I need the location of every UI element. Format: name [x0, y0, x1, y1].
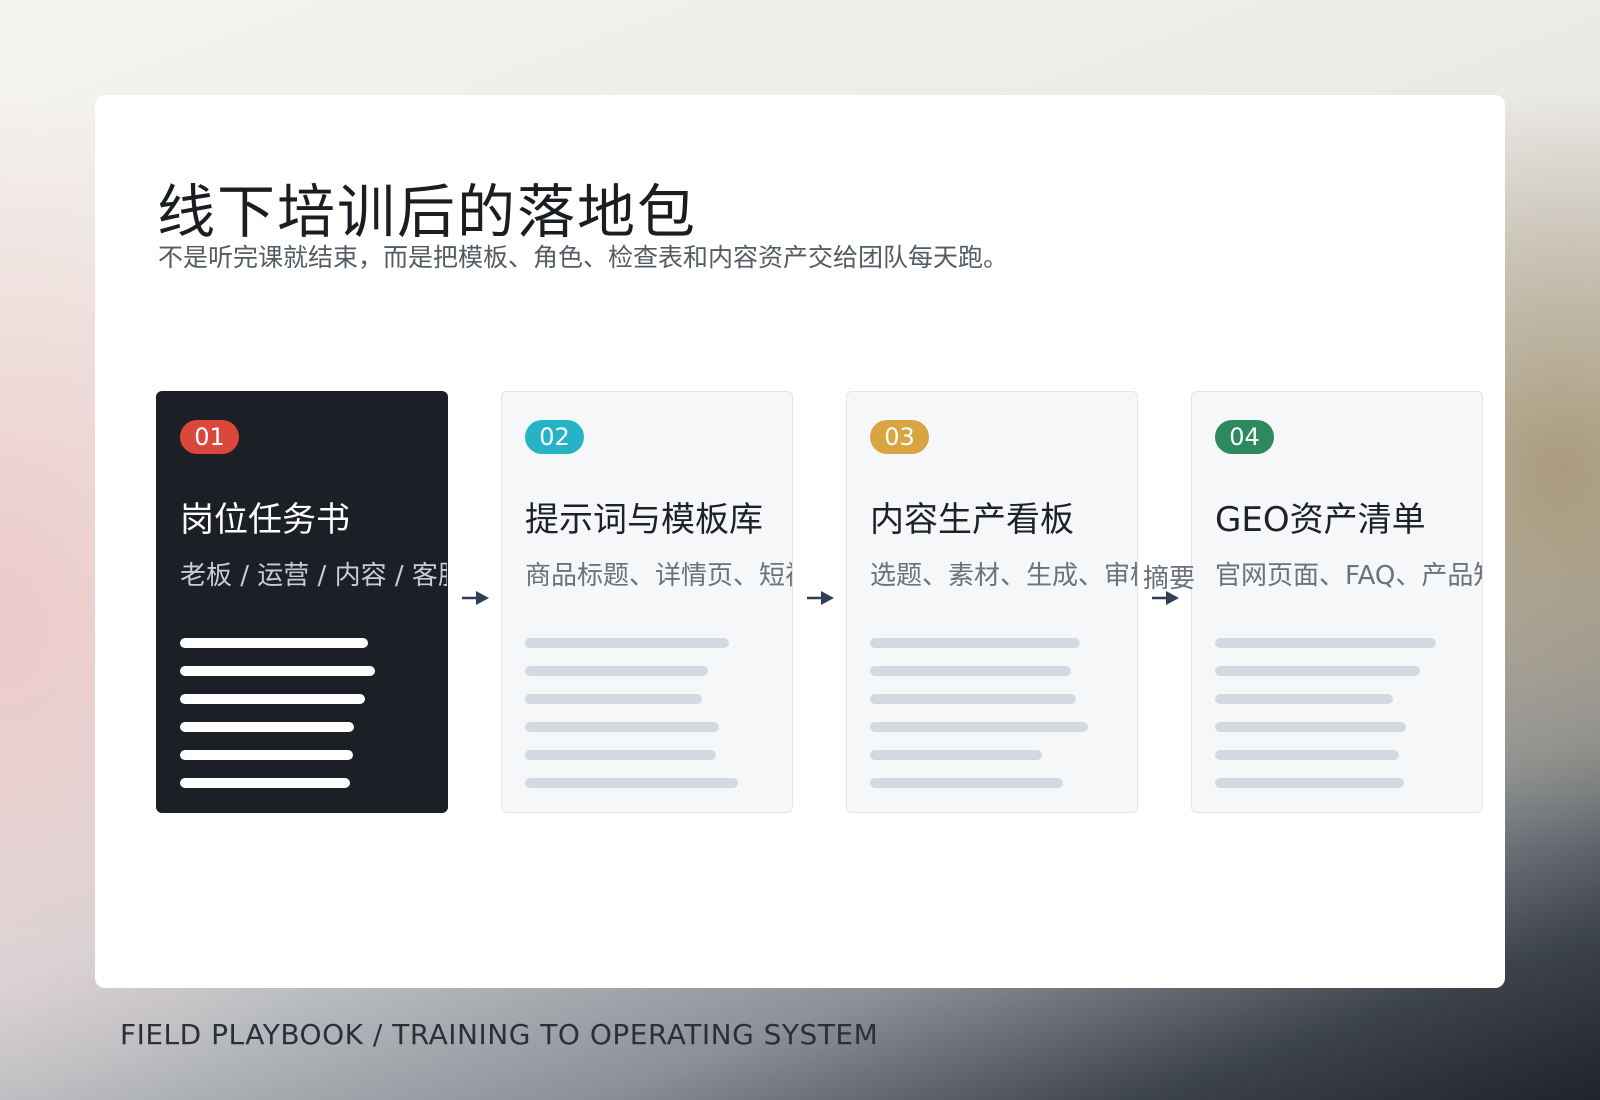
placeholder-line	[180, 694, 365, 704]
card-description: 选题、素材、生成、审核、	[870, 561, 1137, 591]
arrow-right-icon	[807, 590, 835, 606]
placeholder-line	[1215, 778, 1404, 788]
placeholder-line	[180, 666, 375, 676]
placeholder-line	[870, 750, 1042, 760]
card-description: 官网页面、FAQ、产品知识库、	[1215, 561, 1482, 591]
placeholder-line	[180, 638, 368, 648]
placeholder-lines	[870, 638, 1088, 806]
page-title: 线下培训后的落地包	[157, 178, 698, 246]
placeholder-lines	[525, 638, 738, 806]
card-geo-asset-list: 04 GEO资产清单 官网页面、FAQ、产品知识库、	[1191, 391, 1483, 813]
footer-caption: FIELD PLAYBOOK / TRAINING TO OPERATING S…	[120, 1018, 879, 1051]
card-title: GEO资产清单	[1215, 500, 1426, 540]
placeholder-line	[525, 722, 719, 732]
placeholder-lines	[1215, 638, 1436, 806]
placeholder-line	[1215, 750, 1399, 760]
placeholder-line	[870, 722, 1088, 732]
placeholder-line	[525, 778, 738, 788]
placeholder-line	[870, 666, 1071, 676]
card-number-badge: 04	[1215, 420, 1274, 454]
placeholder-line	[180, 778, 350, 788]
card-content-production-board: 03 内容生产看板 选题、素材、生成、审核、	[846, 391, 1138, 813]
placeholder-line	[180, 750, 353, 760]
placeholder-line	[1215, 666, 1420, 676]
card-title: 内容生产看板	[870, 500, 1074, 540]
arrow-right-icon	[462, 590, 490, 606]
card-number-badge: 01	[180, 420, 239, 454]
placeholder-line	[870, 778, 1063, 788]
placeholder-line	[525, 750, 716, 760]
card-prompt-template-library: 02 提示词与模板库 商品标题、详情页、短视频	[501, 391, 793, 813]
placeholder-line	[525, 666, 708, 676]
placeholder-line	[1215, 638, 1436, 648]
card-number-badge: 03	[870, 420, 929, 454]
placeholder-line	[525, 694, 702, 704]
card-number-badge: 02	[525, 420, 584, 454]
card-description: 商品标题、详情页、短视频	[525, 561, 792, 591]
page-subtitle: 不是听完课就结束，而是把模板、角色、检查表和内容资产交给团队每天跑。	[158, 243, 1009, 272]
placeholder-line	[180, 722, 354, 732]
placeholder-line	[870, 694, 1076, 704]
placeholder-line	[1215, 694, 1393, 704]
card-title: 岗位任务书	[180, 500, 350, 540]
slide-panel: 线下培训后的落地包 不是听完课就结束，而是把模板、角色、检查表和内容资产交给团队…	[95, 95, 1505, 988]
card-job-brief: 01 岗位任务书 老板 / 运营 / 内容 / 客服分	[156, 391, 448, 813]
placeholder-line	[525, 638, 729, 648]
overlapping-desc-text: 摘要	[1143, 564, 1196, 594]
card-title: 提示词与模板库	[525, 500, 763, 540]
placeholder-lines	[180, 638, 375, 806]
placeholder-line	[870, 638, 1080, 648]
card-description: 老板 / 运营 / 内容 / 客服分	[180, 561, 447, 591]
placeholder-line	[1215, 722, 1406, 732]
